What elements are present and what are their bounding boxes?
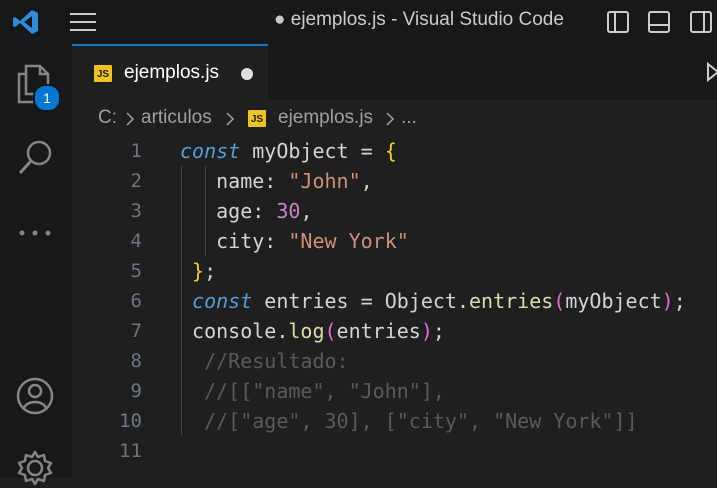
code-token: (	[553, 289, 566, 313]
code-token: }	[180, 259, 205, 283]
code-line[interactable]: //[["name", "John"],	[180, 376, 445, 406]
code-token: const	[180, 139, 241, 163]
code-token: myObject	[565, 289, 662, 313]
tab-label: ejemplos.js	[124, 62, 220, 83]
vscode-logo-icon[interactable]	[12, 8, 40, 36]
code-token: =	[360, 139, 373, 163]
chevron-right-icon	[126, 112, 135, 126]
search-icon[interactable]	[16, 138, 56, 178]
code-token: const	[180, 289, 253, 313]
code-line[interactable]: //["age", 30], ["city", "New York"]]	[180, 406, 638, 436]
breadcrumb-folder[interactable]: articulos	[141, 107, 212, 129]
code-line[interactable]: console.log(entries);	[180, 316, 445, 346]
code-token: ;	[673, 289, 686, 313]
code-line[interactable]: name: "John",	[180, 166, 373, 196]
code-line[interactable]: city: "New York"	[180, 226, 409, 256]
code-token: entries	[469, 289, 554, 313]
line-number: 11	[119, 440, 142, 462]
js-file-icon: JS	[248, 110, 266, 127]
code-token: :	[264, 169, 289, 193]
code-token: ;	[204, 259, 217, 283]
line-number: 5	[130, 260, 142, 282]
breadcrumb: C: articulos JS ejemplos.js ...	[72, 100, 717, 136]
toggle-primary-sidebar-icon[interactable]	[606, 10, 630, 34]
tab-ejemplos-js[interactable]: JS ejemplos.js	[72, 44, 268, 100]
code-line[interactable]: const myObject = {	[180, 136, 397, 166]
breadcrumb-drive[interactable]: C:	[98, 107, 117, 129]
code-token: //Resultado:	[180, 349, 349, 373]
code-token: :	[252, 199, 277, 223]
code-token: city	[180, 229, 265, 253]
explorer-badge: 1	[33, 84, 61, 112]
run-icon[interactable]	[706, 62, 717, 82]
code-token: "New York"	[288, 229, 409, 253]
code-token: ,	[300, 199, 313, 223]
title-bar: ● ejemplos.js - Visual Studio Code	[0, 0, 717, 44]
line-number: 8	[130, 350, 142, 372]
code-token: name	[180, 169, 265, 193]
js-file-icon: JS	[94, 65, 112, 82]
toggle-secondary-sidebar-icon[interactable]	[689, 10, 713, 34]
unsaved-dot-icon[interactable]	[240, 67, 254, 81]
accounts-icon[interactable]	[15, 376, 55, 416]
manage-gear-icon[interactable]	[15, 448, 55, 488]
tab-bar: JS ejemplos.js	[72, 44, 717, 100]
code-token: entries	[336, 319, 421, 343]
code-line[interactable]: age: 30,	[180, 196, 312, 226]
explorer-badge-count: 1	[43, 90, 51, 106]
code-token: entries	[252, 289, 361, 313]
line-number: 6	[130, 290, 142, 312]
code-token: Object.	[372, 289, 469, 313]
code-line[interactable]: };	[180, 256, 216, 286]
line-number: 10	[119, 410, 142, 432]
code-token: age	[180, 199, 253, 223]
activity-bar: 1	[0, 44, 72, 486]
breadcrumb-symbol[interactable]: ...	[401, 107, 417, 129]
code-token: //["age", 30], ["city", "New York"]]	[180, 409, 638, 433]
code-token: )	[661, 289, 674, 313]
code-token: 30	[276, 199, 301, 223]
code-token: ,	[360, 169, 373, 193]
code-token: ;	[432, 319, 445, 343]
code-line[interactable]: //Resultado:	[180, 346, 349, 376]
code-token: {	[384, 139, 397, 163]
code-token: myObject	[240, 139, 361, 163]
line-number: 2	[130, 170, 142, 192]
code-token: (	[324, 319, 337, 343]
code-line[interactable]: const entries = Object.entries(myObject)…	[180, 286, 686, 316]
code-token: //[["name", "John"],	[180, 379, 445, 403]
line-number: 4	[130, 230, 142, 252]
code-editor[interactable]: 1 const myObject = {2 name: "John", 3 age:…	[72, 136, 717, 477]
line-number: 3	[130, 200, 142, 222]
breadcrumb-file[interactable]: ejemplos.js	[278, 107, 373, 129]
code-token: console.	[180, 319, 289, 343]
line-number: 9	[130, 380, 142, 402]
toggle-panel-icon[interactable]	[647, 10, 671, 34]
code-token: log	[288, 319, 325, 343]
chevron-right-icon	[386, 112, 395, 126]
line-number: 7	[130, 320, 142, 342]
code-token: :	[264, 229, 289, 253]
line-number: 1	[130, 140, 142, 162]
code-token: "John"	[288, 169, 361, 193]
more-icon[interactable]	[17, 228, 53, 238]
code-token: =	[360, 289, 373, 313]
window-title: ● ejemplos.js - Visual Studio Code	[274, 9, 564, 30]
chevron-right-icon	[226, 112, 235, 126]
menu-icon[interactable]	[70, 12, 96, 32]
code-token: )	[420, 319, 433, 343]
